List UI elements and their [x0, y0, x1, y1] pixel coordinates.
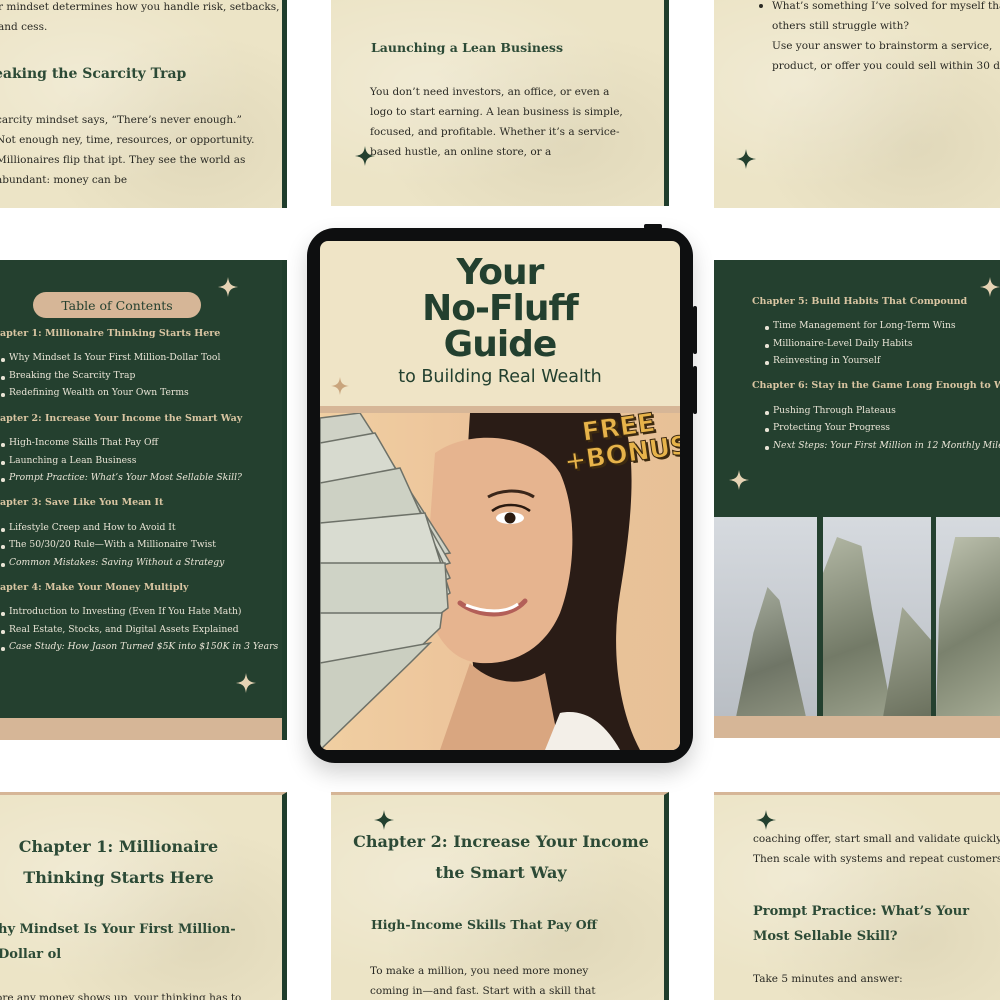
money-photo-strip	[714, 517, 1000, 717]
list-item: What’s something I’ve solved for myself …	[759, 0, 1000, 36]
chapter-heading: Chapter 2: Increase Your Income the Smar…	[353, 832, 649, 882]
money-stack-photo	[936, 517, 1000, 717]
toc-item: Common Mistakes: Saving Without a Strate…	[0, 557, 225, 568]
toc-item: Millionaire-Level Daily Habits	[765, 338, 913, 349]
toc-item: Breaking the Scarcity Trap	[0, 370, 136, 381]
body-text: Take 5 minutes and answer:	[753, 973, 903, 985]
sparkle-icon	[331, 377, 349, 395]
toc-item: Time Management for Long-Term Wins	[765, 320, 956, 331]
sparkle-icon	[980, 277, 1000, 297]
toc-chapter: Chapter 6: Stay in the Game Long Enough …	[752, 380, 1000, 391]
page-footer-band	[0, 718, 282, 740]
sparkle-icon	[736, 149, 756, 169]
page-bottom-middle: Chapter 2: Increase Your Income the Smar…	[331, 792, 669, 1000]
toc-background: Table of Contents apter 1: Millionaire T…	[0, 260, 282, 740]
toc-item: Launching a Lean Business	[1, 455, 137, 466]
toc-chapter: Chapter 5: Build Habits That Compound	[752, 296, 968, 307]
page-top-right: What’s something I’ve solved for myself …	[714, 0, 1000, 208]
toc-item: Pushing Through Plateaus	[765, 405, 896, 416]
power-button	[644, 224, 662, 229]
toc-item: Reinvesting in Yourself	[764, 355, 881, 366]
page-footer-band	[714, 716, 1000, 738]
page-bottom-right: coaching offer, start small and validate…	[714, 792, 1000, 1000]
volume-button	[693, 306, 697, 354]
toc-item: Prompt Practice: What’s Your Most Sellab…	[1, 472, 242, 483]
cover-title-line: Guide	[443, 324, 558, 365]
money-stack-photo	[714, 517, 817, 717]
toc-item: The 50/30/20 Rule—With a Millionaire Twi…	[1, 539, 216, 550]
body-text: coaching offer, start small and validate…	[753, 833, 1000, 865]
cover-title-line: Your	[456, 252, 545, 293]
volume-button	[693, 366, 697, 414]
sparkle-icon	[218, 277, 238, 297]
page-bottom-left: Chapter 1: Millionaire Thinking Starts H…	[0, 792, 287, 1000]
toc-chapter: apter 1: Millionaire Thinking Starts Her…	[0, 328, 221, 339]
body-text: ore any money shows up, your thinking ha…	[0, 992, 242, 1000]
section-heading: High-Income Skills That Pay Off	[371, 917, 597, 932]
body-text: To make a million, you need more money c…	[370, 965, 596, 997]
body-text: carcity mindset says, “There’s never eno…	[0, 114, 255, 186]
chapter-list-panel: Chapter 5: Build Habits That Compound Ti…	[714, 260, 1000, 517]
toc-item: Case Study: How Jason Turned $5K into $1…	[0, 641, 279, 652]
page-chapters-5-6: Chapter 5: Build Habits That Compound Ti…	[714, 260, 1000, 738]
toc-item: Why Mindset Is Your First Million-Dollar…	[0, 352, 221, 363]
section-heading: Launching a Lean Business	[371, 40, 563, 55]
section-heading: Prompt Practice: What’s Your Most Sellab…	[753, 904, 970, 944]
toc-item: Redefining Wealth on Your Own Terms	[1, 387, 189, 398]
toc-item: Lifestyle Creep and How to Avoid It	[1, 522, 176, 533]
toc-item: Next Steps: Your First Million in 12 Mon…	[765, 440, 1000, 451]
ebook-cover: Your No-Fluff Guide to Building Real Wea…	[320, 241, 680, 750]
cover-title-line: No-Fluff	[422, 288, 579, 329]
page-top-left: r mindset determines how you handle risk…	[0, 0, 287, 208]
sparkle-icon	[236, 673, 256, 693]
chapter-heading: Chapter 1: Millionaire Thinking Starts H…	[18, 837, 219, 887]
page-top-middle: Launching a Lean Business You don’t need…	[331, 0, 669, 206]
toc-item: High-Income Skills That Pay Off	[0, 437, 159, 448]
toc-item: Real Estate, Stocks, and Digital Assets …	[1, 624, 239, 635]
sparkle-icon	[756, 810, 776, 830]
toc-chapter: apter 2: Increase Your Income the Smart …	[0, 413, 243, 424]
toc-item: Introduction to Investing (Even If You H…	[0, 606, 242, 617]
page-table-of-contents: Table of Contents apter 1: Millionaire T…	[0, 260, 287, 740]
toc-title: Table of Contents	[33, 292, 201, 318]
toc-chapter: apter 4: Make Your Money Multiply	[0, 582, 189, 593]
sparkle-icon	[729, 470, 749, 490]
section-heading: hy Mindset Is Your First Million-Dollar …	[0, 922, 236, 962]
toc-chapter: apter 3: Save Like You Mean It	[0, 497, 164, 508]
money-stack-photo	[823, 517, 931, 717]
prompt-list: What’s something I’ve solved for myself …	[759, 0, 1000, 36]
cover-subtitle: to Building Real Wealth	[398, 367, 602, 387]
body-text: Use your answer to brainstorm a service,…	[772, 40, 1000, 72]
body-text: You don’t need investors, an office, or …	[370, 86, 623, 158]
body-text: r mindset determines how you handle risk…	[0, 1, 280, 33]
sparkle-icon	[355, 146, 375, 166]
tablet-device: Your No-Fluff Guide to Building Real Wea…	[307, 224, 697, 763]
toc-item: Protecting Your Progress	[764, 422, 891, 433]
section-heading: eaking the Scarcity Trap	[0, 66, 187, 82]
